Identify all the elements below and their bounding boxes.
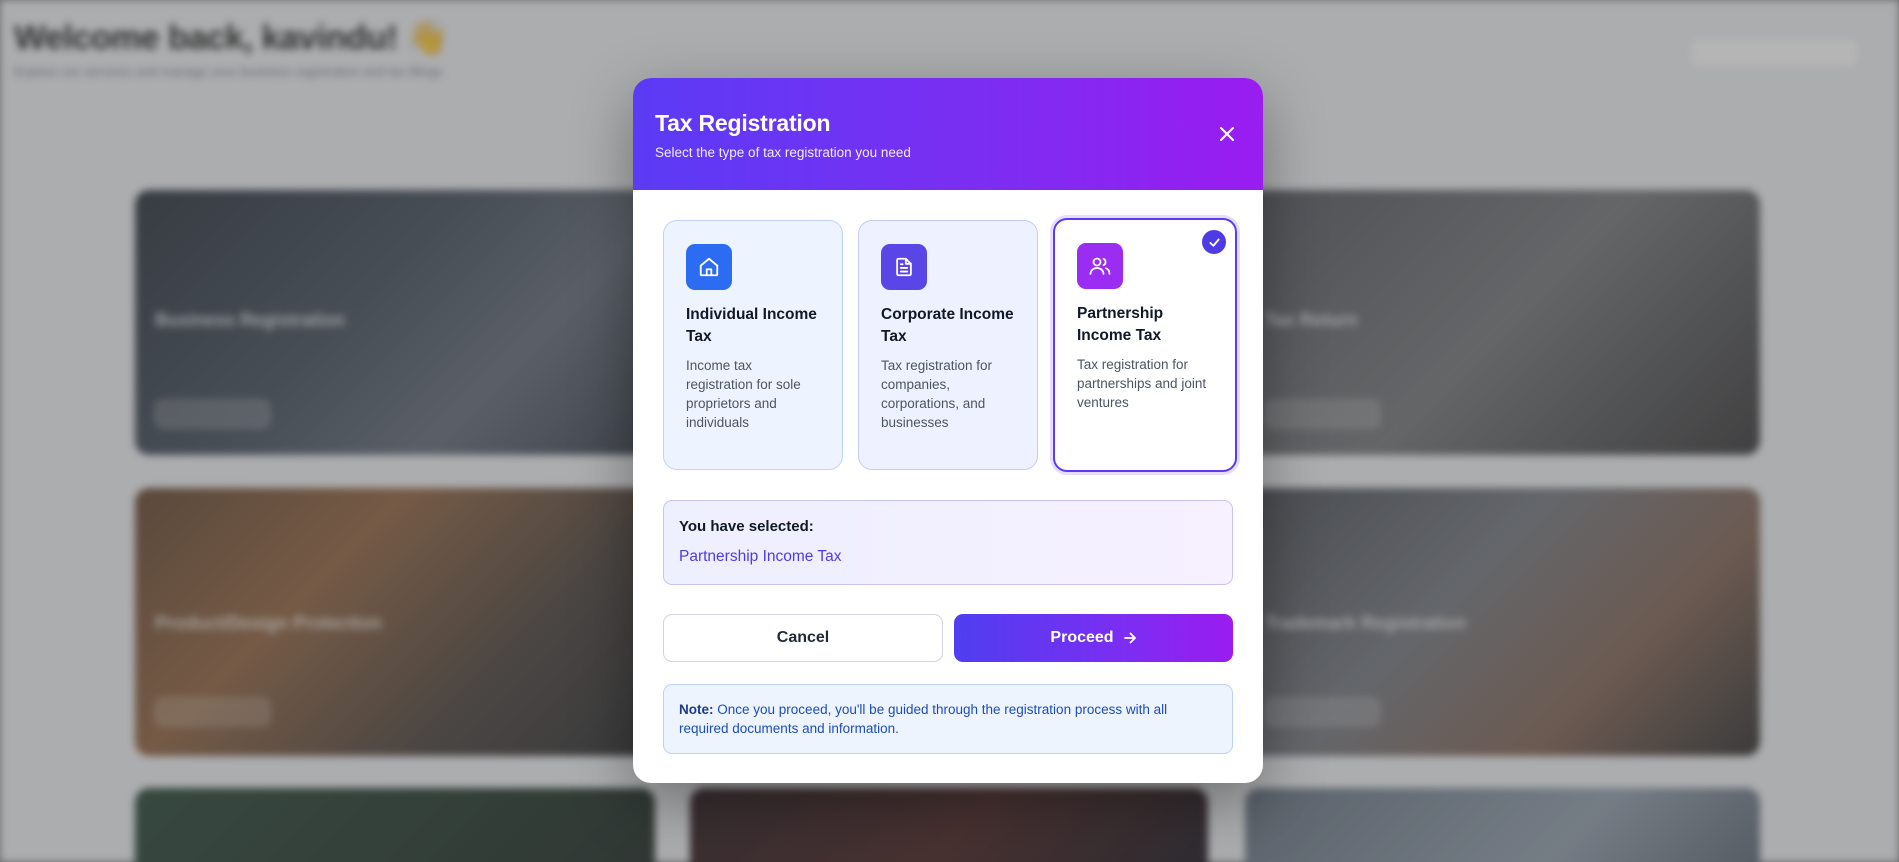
option-individual-income-tax[interactable]: Individual Income Tax Income tax registr… [663, 220, 843, 470]
modal-header: Tax Registration Select the type of tax … [633, 78, 1263, 190]
option-title: Individual Income Tax [686, 306, 817, 345]
proceed-button[interactable]: Proceed [954, 614, 1233, 662]
selection-summary-value: Partnership Income Tax [679, 548, 842, 565]
option-title: Partnership Income Tax [1077, 305, 1164, 344]
option-title: Corporate Income Tax [881, 306, 1014, 345]
note-label: Note: [679, 702, 714, 717]
option-partnership-income-tax[interactable]: Partnership Income Tax Tax registration … [1053, 218, 1237, 472]
note-text: Once you proceed, you'll be guided throu… [679, 702, 1168, 736]
modal-subtitle: Select the type of tax registration you … [655, 145, 911, 160]
option-description: Income tax registration for sole proprie… [686, 358, 801, 430]
close-button[interactable] [1215, 122, 1239, 146]
proceed-button-label: Proceed [1050, 629, 1114, 646]
close-icon [1220, 127, 1234, 141]
document-icon [881, 244, 927, 290]
cancel-button[interactable]: Cancel [663, 614, 943, 662]
cancel-button-label: Cancel [776, 629, 830, 646]
users-icon [1077, 243, 1123, 289]
home-icon [686, 244, 732, 290]
info-note: Note: Once you proceed, you'll be guided… [663, 684, 1233, 754]
modal-title: Tax Registration [655, 110, 831, 136]
arrow-right-icon [1123, 631, 1137, 645]
tax-type-options: Individual Income Tax Income tax registr… [663, 218, 1237, 472]
option-description: Tax registration for companies, corporat… [881, 358, 993, 430]
check-icon [1202, 230, 1226, 254]
selection-summary: You have selected: Partnership Income Ta… [663, 500, 1233, 585]
option-description: Tax registration for partnerships and jo… [1077, 357, 1207, 410]
selection-summary-label: You have selected: [679, 518, 814, 535]
option-corporate-income-tax[interactable]: Corporate Income Tax Tax registration fo… [858, 220, 1038, 470]
tax-registration-modal: Tax Registration Select the type of tax … [633, 78, 1263, 783]
